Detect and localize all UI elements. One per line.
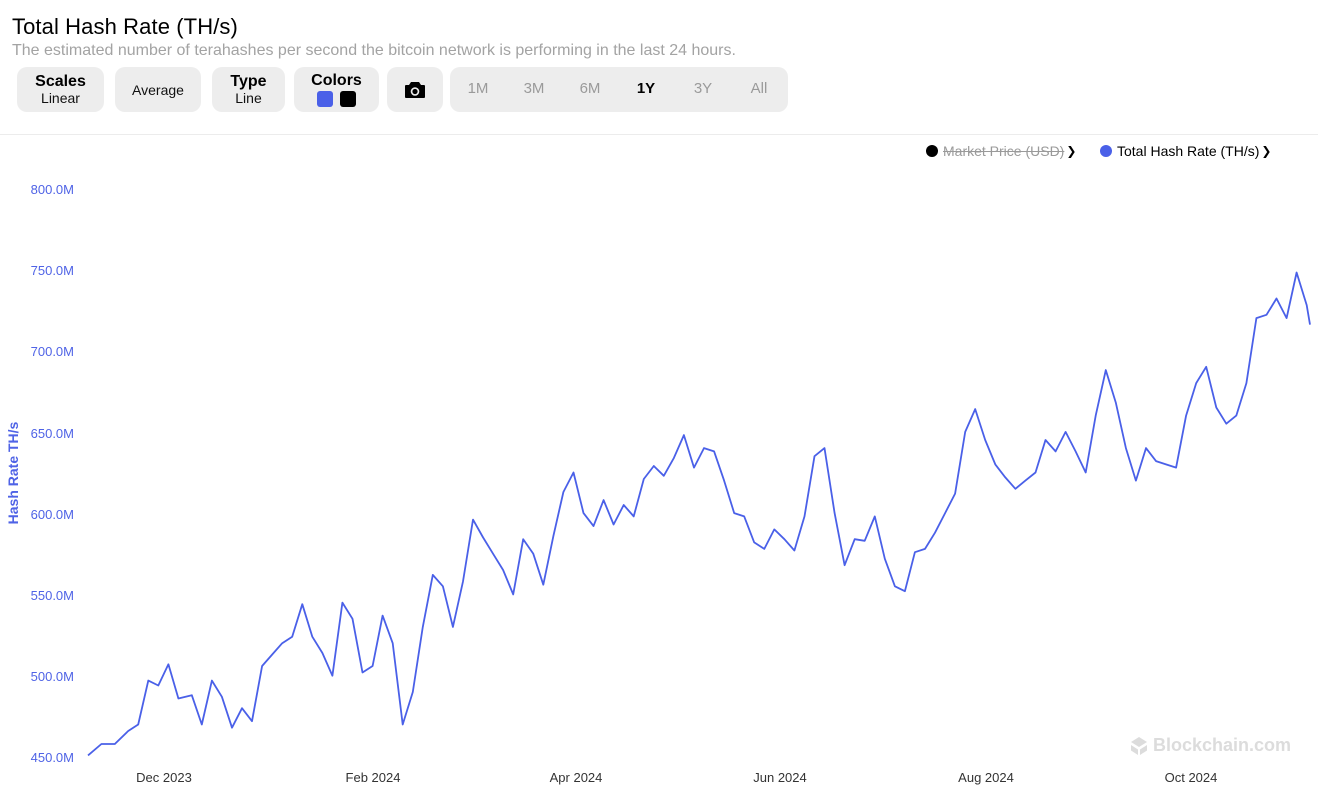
blockchain-logo-icon bbox=[1131, 736, 1147, 755]
blockchain-watermark: Blockchain.com bbox=[1129, 735, 1291, 756]
hash-rate-line bbox=[87, 271, 1311, 757]
hash-rate-chart[interactable] bbox=[0, 0, 1318, 793]
watermark-text: Blockchain.com bbox=[1153, 735, 1292, 755]
